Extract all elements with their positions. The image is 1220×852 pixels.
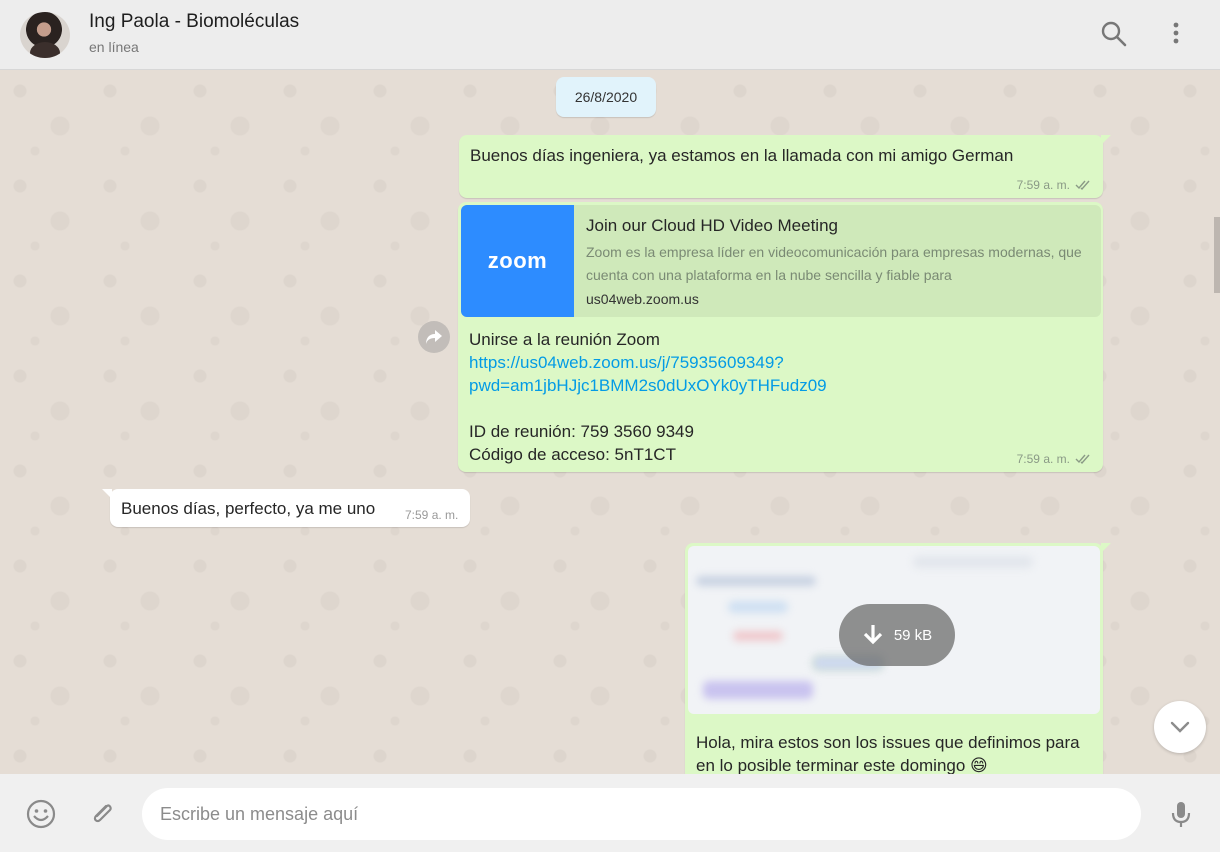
link-preview[interactable]: zoom Join our Cloud HD Video Meeting Zoo…	[461, 205, 1101, 317]
link-preview-host: us04web.zoom.us	[586, 291, 699, 307]
bubble-tail	[102, 489, 112, 499]
message-input[interactable]	[142, 788, 1141, 840]
message-time: 7:59 a. m.	[1017, 178, 1093, 194]
contact-status: en línea	[89, 39, 139, 55]
download-icon	[863, 625, 882, 645]
incoming-message[interactable]: Buenos días, perfecto, ya me uno 7:59 a.…	[102, 489, 470, 527]
message-line: Unirse a la reunión Zoom	[469, 330, 660, 349]
outgoing-message[interactable]: Buenos días ingeniera, ya estamos en la …	[459, 135, 1111, 198]
meeting-id: ID de reunión: 759 3560 9349	[469, 422, 694, 441]
attach-icon[interactable]	[86, 798, 118, 830]
chat-area[interactable]: 26/8/2020 Buenos días ingeniera, ya esta…	[0, 71, 1220, 774]
link-preview-title: Join our Cloud HD Video Meeting	[586, 216, 838, 235]
message-time-text: 7:59 a. m.	[1016, 452, 1070, 466]
outgoing-message-image[interactable]: 59 kB Hola, mira estos son los issues qu…	[685, 543, 1111, 774]
chat-header: Ing Paola - Biomoléculas en línea	[0, 0, 1220, 70]
meeting-link[interactable]: https://us04web.zoom.us/j/75935609349? pw…	[469, 351, 827, 397]
image-blur	[703, 681, 813, 699]
image-blur	[913, 556, 1033, 568]
compose-bar	[0, 774, 1220, 852]
chevron-down-icon	[1170, 721, 1190, 733]
scroll-to-bottom-button[interactable]	[1154, 701, 1206, 753]
mic-icon[interactable]	[1165, 798, 1197, 830]
message-text: Buenos días, perfecto, ya me uno	[121, 499, 376, 518]
image-blur	[696, 576, 816, 586]
meeting-link-part2[interactable]: pwd=am1jbHJjc1BMM2s0dUxOYk0yTHFudz09	[469, 376, 827, 395]
outgoing-message-link[interactable]: zoom Join our Cloud HD Video Meeting Zoo…	[458, 202, 1103, 472]
image-blur	[728, 601, 788, 613]
link-preview-description: Zoom es la empresa líder en videocomunic…	[586, 244, 1082, 283]
search-icon[interactable]	[1100, 20, 1128, 48]
scrollbar[interactable]	[1214, 217, 1220, 293]
zoom-logo: zoom	[461, 205, 574, 317]
date-chip: 26/8/2020	[556, 77, 656, 117]
read-ticks-icon	[1075, 453, 1093, 468]
download-button[interactable]: 59 kB	[839, 604, 955, 666]
avatar[interactable]	[20, 12, 70, 58]
read-ticks-icon	[1075, 179, 1093, 194]
access-code: Código de acceso: 5nT1CT	[469, 445, 676, 464]
download-size: 59 kB	[893, 626, 933, 644]
bubble-tail	[1101, 135, 1111, 145]
message-text: Buenos días ingeniera, ya estamos en la …	[470, 146, 1014, 165]
emoji-icon[interactable]	[25, 798, 57, 830]
meeting-link-part1[interactable]: https://us04web.zoom.us/j/75935609349?	[469, 353, 784, 372]
message-time-text: 7:59 a. m.	[1016, 178, 1070, 192]
blurred-image-thumbnail[interactable]: 59 kB	[688, 546, 1100, 714]
bubble-tail	[1101, 543, 1111, 553]
contact-name[interactable]: Ing Paola - Biomoléculas	[89, 11, 299, 33]
forward-icon[interactable]	[418, 321, 450, 353]
message-body: Unirse a la reunión Zoom https://us04web…	[469, 328, 827, 466]
menu-icon[interactable]	[1162, 20, 1190, 48]
image-blur	[733, 631, 783, 641]
message-text: Hola, mira estos son los issues que defi…	[696, 733, 1080, 774]
message-time: 7:59 a. m.	[405, 508, 459, 522]
message-time: 7:59 a. m.	[1017, 452, 1093, 468]
